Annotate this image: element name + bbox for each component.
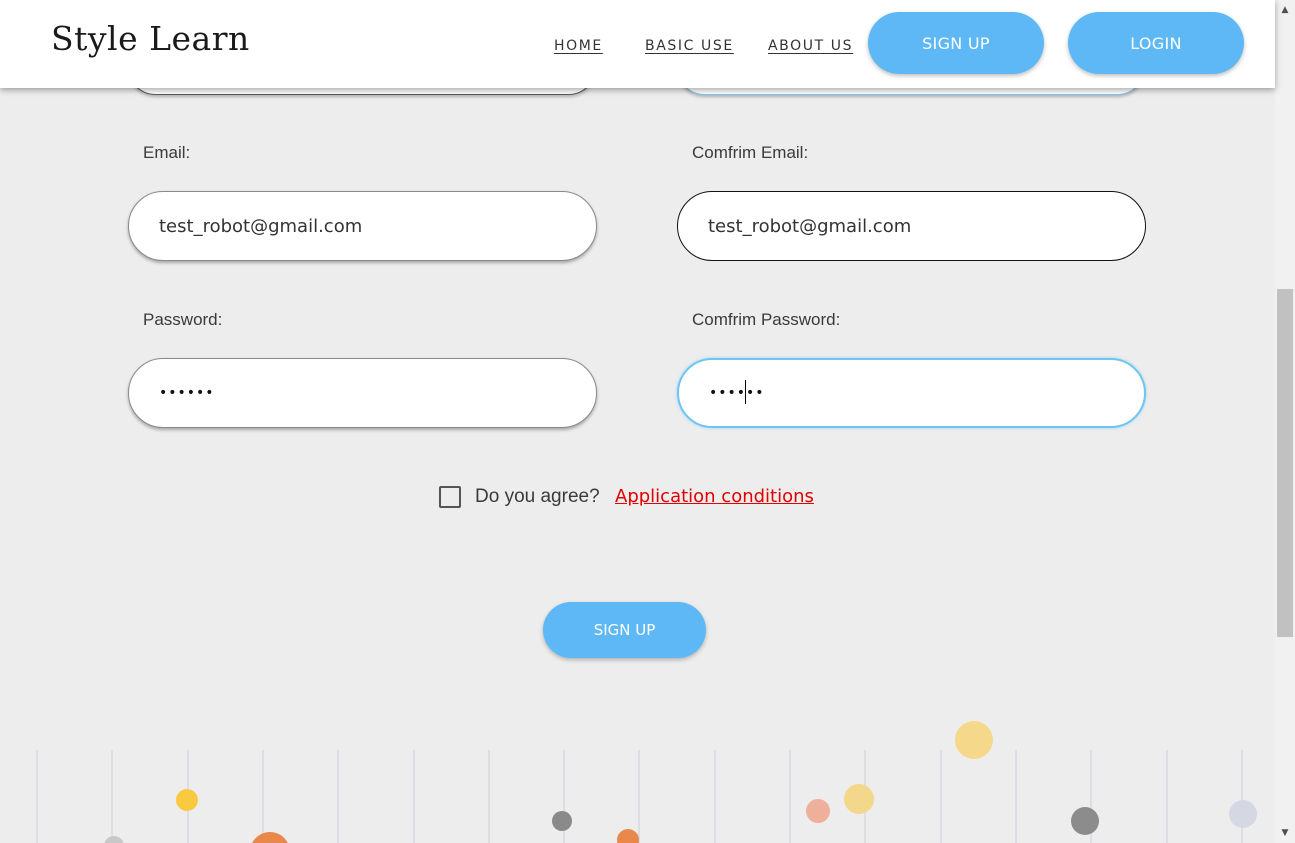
- confirm-password-label: Comfrim Password:: [692, 310, 841, 329]
- password-field[interactable]: [128, 358, 597, 428]
- text-caret: [745, 380, 746, 404]
- email-field[interactable]: [128, 191, 597, 261]
- signup-submit-button[interactable]: SIGN UP: [543, 602, 706, 658]
- site-header: Style Learn HOME BASIC USE ABOUT US SIGN…: [0, 0, 1275, 88]
- agree-label: Do you agree?: [475, 486, 600, 507]
- nav-about-us[interactable]: ABOUT US: [768, 38, 853, 54]
- header-login-button[interactable]: LOGIN: [1068, 12, 1244, 74]
- page-scrollbar[interactable]: ▲ ▼: [1275, 0, 1295, 843]
- scroll-down-icon[interactable]: ▼: [1275, 823, 1295, 843]
- nav-basic-use[interactable]: BASIC USE: [645, 38, 734, 54]
- signup-page: Style Learn HOME BASIC USE ABOUT US SIGN…: [0, 0, 1295, 843]
- logo[interactable]: Style Learn: [51, 19, 250, 58]
- confirm-email-field[interactable]: [677, 191, 1146, 261]
- confirm-password-field[interactable]: [677, 358, 1146, 428]
- application-conditions-link[interactable]: Application conditions: [615, 486, 814, 507]
- nav-home[interactable]: HOME: [554, 38, 603, 54]
- scroll-thumb[interactable]: [1277, 289, 1293, 637]
- scroll-up-icon[interactable]: ▲: [1275, 0, 1295, 20]
- decorative-dots-footer: [36, 721, 1257, 843]
- password-label: Password:: [143, 310, 223, 329]
- email-label: Email:: [143, 143, 191, 162]
- agree-checkbox[interactable]: [439, 486, 461, 508]
- header-signup-button[interactable]: SIGN UP: [868, 12, 1044, 74]
- confirm-email-label: Comfrim Email:: [692, 143, 809, 162]
